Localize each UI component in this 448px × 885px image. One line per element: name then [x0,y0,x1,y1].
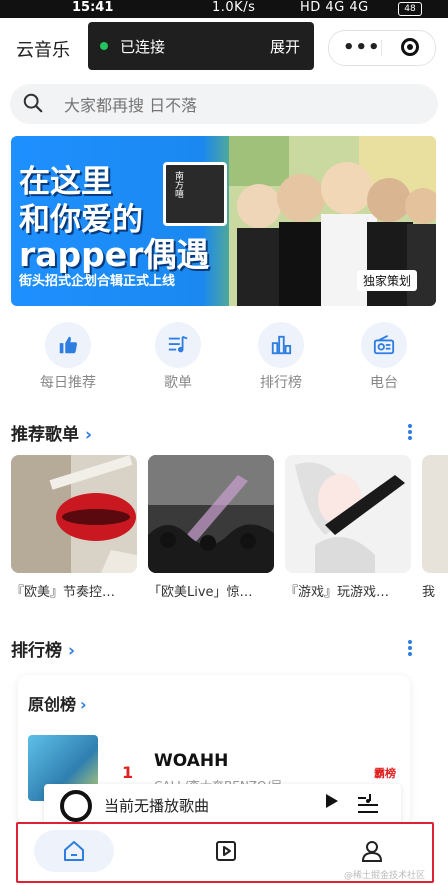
playlist-cover [285,455,411,573]
thumbs-up-icon [45,322,91,368]
playlist-title: 『游戏』玩游戏… [285,585,390,600]
status-bar: 15:41 1.0K/s HD 4G 4G 48 [0,0,448,18]
playlist-card[interactable]: 我 [422,455,448,600]
banner-subtitle: 街头招式企划合辑正式上线 [19,274,176,289]
quick-daily-recommend[interactable]: 每日推荐 [23,322,113,392]
banner-line-3: rapper偶遇 [19,235,210,274]
tab-home[interactable] [34,830,114,872]
song-badge: 霸榜 [374,767,396,780]
search-bar[interactable] [10,84,438,124]
quick-radio[interactable]: 电台 [339,322,429,392]
rankings-more-icon[interactable] [408,638,414,658]
quick-label: 电台 [370,375,398,391]
more-icon[interactable]: ••• [343,37,381,58]
toast-message: 已连接 [120,38,166,56]
search-input[interactable] [62,92,416,118]
playlist-title: 我 [422,585,436,600]
section-title: 排行榜 [11,641,62,661]
chevron-right-icon: › [68,641,76,661]
playlist-cover [148,455,274,573]
now-playing-text: 当前无播放歌曲 [104,797,210,815]
video-icon [216,841,236,861]
user-icon [361,841,383,862]
song-title[interactable]: WOAHH [154,751,228,771]
playlist-title: 『欧美』节奏控… [11,585,116,600]
section-title: 推荐歌单 [11,425,79,445]
recommended-playlists-header[interactable]: 推荐歌单 › [11,420,92,445]
capsule-divider [381,40,382,56]
ranking-card-title[interactable]: 原创榜 › [28,691,87,715]
quick-charts[interactable]: 排行榜 [236,322,326,392]
mini-player[interactable]: 当前无播放歌曲 [44,784,401,826]
tab-profile[interactable] [332,830,412,872]
playlist-cover [11,455,137,573]
playlist-title: 「欧美Live」惊… [148,585,253,600]
rankings-header[interactable]: 排行榜 › [11,636,75,661]
connected-dot-icon [100,42,108,50]
chevron-right-icon: › [85,425,93,445]
toast-expand-button[interactable]: 展开 [270,36,300,57]
promo-banner[interactable]: 在这里 和你爱的 rapper偶遇 街头招式企划合辑正式上线 南方嘻 独家策划 [11,136,436,306]
home-icon [64,841,84,861]
playlist-card[interactable]: 「欧美Live」惊… [148,455,274,600]
miniprogram-capsule: ••• [328,30,436,66]
close-target-icon[interactable] [401,38,419,56]
search-icon [23,93,43,113]
quick-label: 每日推荐 [40,375,96,391]
watermark: @稀土掘金技术社区 [344,871,426,881]
disc-icon [60,790,92,822]
playlist-card[interactable]: 『欧美』节奏控… [11,455,137,600]
app-name: 云音乐 [16,40,70,61]
status-time: 15:41 [72,0,114,15]
quick-playlist[interactable]: 歌单 [133,322,223,392]
battery-icon: 48 [398,2,422,16]
bar-chart-icon [258,322,304,368]
banner-badge: 南方嘻 [163,162,227,226]
banner-tag: 独家策划 [357,270,418,291]
playlist-icon [155,322,201,368]
playlist-card[interactable]: 『游戏』玩游戏… [285,455,411,600]
chevron-right-icon: › [80,695,87,714]
radio-icon [361,322,407,368]
playlist-carousel: 『欧美』节奏控… 「欧美Live」惊… 『游戏』玩游戏… 我 [11,455,448,605]
app-bar: 云音乐 已连接 展开 ••• [0,18,448,76]
tab-video[interactable] [186,830,266,872]
play-icon[interactable] [326,794,338,808]
playlist-cover [422,455,448,573]
connection-toast[interactable]: 已连接 展开 [88,22,314,70]
song-rank: 1 [122,763,134,782]
quick-label: 排行榜 [260,375,302,391]
status-network-speed: 1.0K/s HD 4G 4G [212,0,369,15]
queue-icon[interactable] [356,792,380,816]
quick-label: 歌单 [164,375,192,391]
recommended-more-icon[interactable] [408,422,414,442]
quick-entries: 每日推荐 歌单 排行榜 电台 [0,322,448,392]
